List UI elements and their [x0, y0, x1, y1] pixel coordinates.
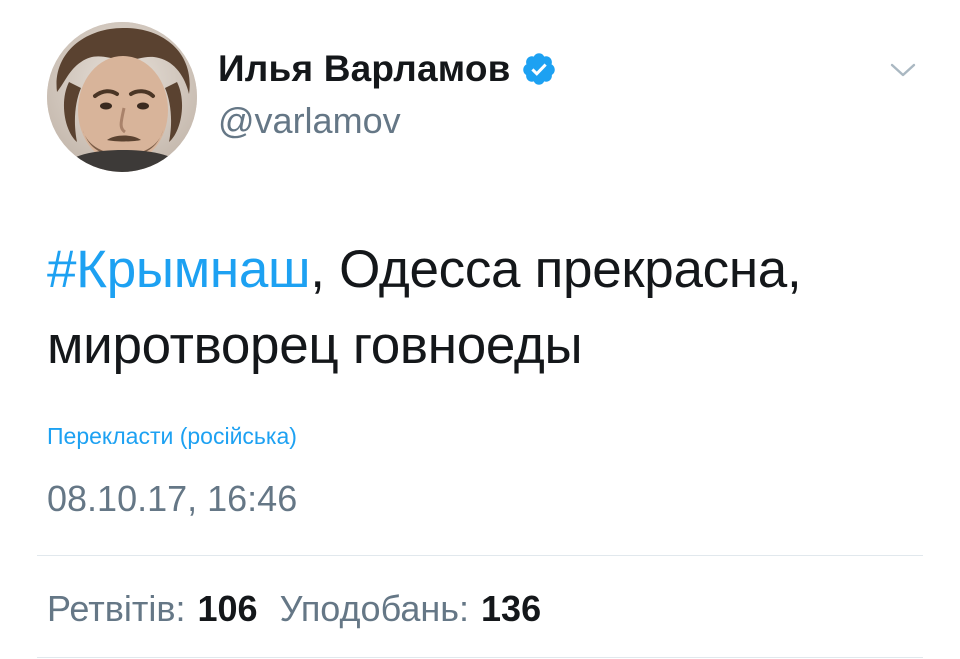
tweet-timestamp[interactable]: 08.10.17, 16:46: [47, 478, 297, 520]
author-display-name[interactable]: Илья Варламов: [218, 48, 511, 90]
verified-badge-icon: [521, 51, 557, 87]
divider: [37, 657, 923, 658]
translate-link[interactable]: Перекласти (російська): [47, 423, 297, 450]
avatar-image: [47, 22, 197, 172]
retweets-label: Ретвітів:: [47, 588, 186, 629]
tweet-text: #Крымнаш, Одесса прекрасна, миротворец г…: [47, 232, 927, 384]
retweets-stat[interactable]: Ретвітів: 106: [47, 588, 258, 630]
likes-label: Уподобань:: [279, 588, 470, 629]
chevron-down-icon[interactable]: [888, 58, 918, 82]
likes-count: 136: [481, 588, 542, 629]
hashtag-link[interactable]: #Крымнаш: [47, 240, 311, 299]
divider: [37, 555, 923, 556]
author-name-row: Илья Варламов: [218, 44, 557, 94]
likes-stat[interactable]: Уподобань: 136: [280, 588, 542, 630]
tweet-stats: Ретвітів: 106 Уподобань: 136: [47, 588, 541, 630]
avatar[interactable]: [47, 22, 197, 172]
retweets-count: 106: [197, 588, 258, 629]
tweet-card: Илья Варламов @varlamov #Крымнаш, Одесса…: [0, 0, 960, 659]
author-handle[interactable]: @varlamov: [218, 100, 401, 142]
